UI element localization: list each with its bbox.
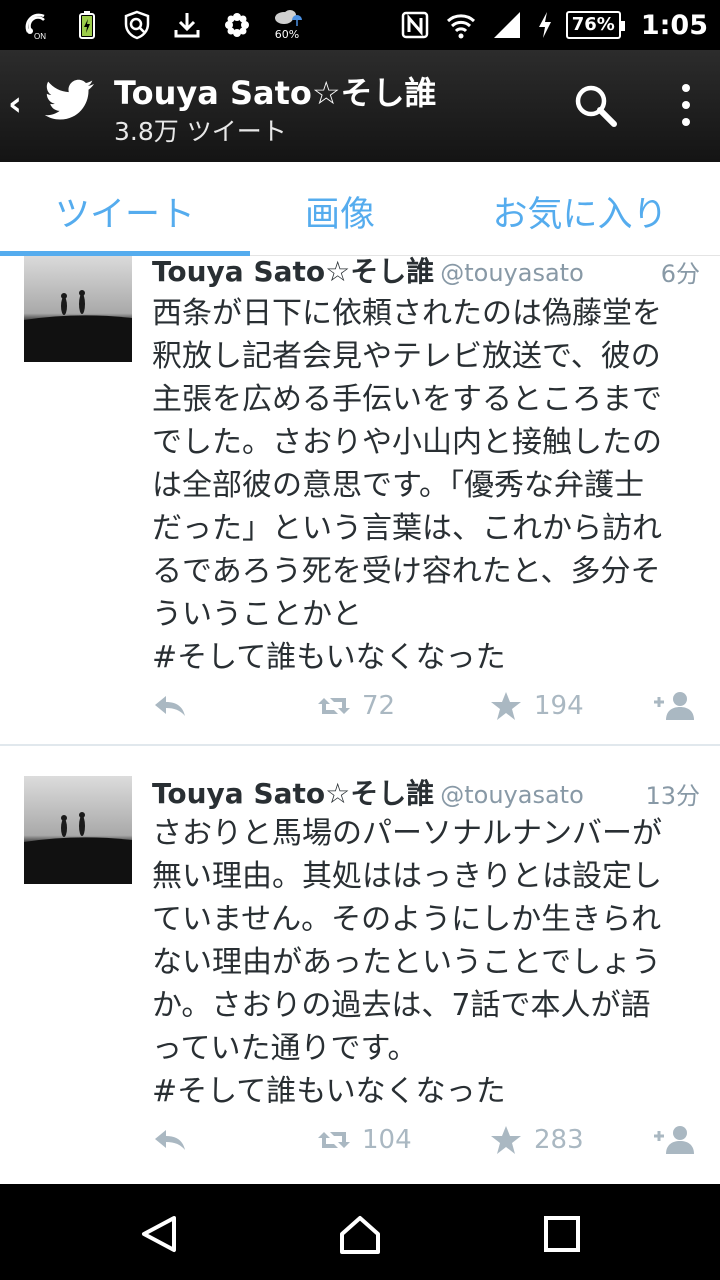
tweet-author-name[interactable]: Touya Sato☆そし誰 — [152, 256, 434, 288]
tweet-item[interactable]: Touya Sato☆そし誰 @touyasato 6分 西条が日下に依頼されたの… — [0, 256, 720, 746]
star-icon — [491, 1126, 521, 1154]
tab-favorites[interactable]: お気に入り — [460, 186, 700, 237]
profile-tabs: ツイート 画像 お気に入り — [0, 162, 720, 257]
tweet-author-handle[interactable]: @touyasato — [440, 259, 584, 287]
clock: 1:05 — [640, 9, 708, 41]
tweet-header: Touya Sato☆そし誰 @touyasato 13分 — [152, 772, 700, 810]
retweet-icon — [318, 698, 350, 714]
page-title: Touya Sato☆そし誰 — [114, 74, 437, 112]
retweet-count: 72 — [362, 691, 396, 721]
shield-icon — [120, 8, 154, 42]
weather-percent: 60% — [274, 28, 300, 41]
star-icon — [491, 692, 521, 720]
retweet-icon — [318, 1132, 350, 1148]
follow-button[interactable] — [652, 1124, 696, 1156]
nav-recents-icon[interactable] — [540, 1212, 584, 1256]
tweet-timestamp: 6分 — [660, 260, 700, 288]
tweet-actions: 72 194 — [152, 690, 700, 730]
tweet-author-name[interactable]: Touya Sato☆そし誰 — [152, 777, 434, 810]
retweet-button[interactable]: 104 — [316, 1124, 412, 1156]
tweet-count: 3.8万 ツイート — [114, 117, 287, 146]
navigation-bar — [0, 1184, 720, 1280]
favorite-button[interactable]: 194 — [488, 690, 584, 722]
follow-icon — [654, 692, 694, 720]
reply-button[interactable] — [152, 1124, 188, 1156]
tweet-text: 西条が日下に依頼されたのは偽藤堂を 釈放し記者会見やテレビ放送で、彼の 主張を広… — [152, 296, 662, 675]
nfc-label: ON — [34, 32, 46, 40]
tab-tweets[interactable]: ツイート — [0, 186, 250, 237]
nav-home-icon[interactable] — [338, 1212, 382, 1256]
tweet-text: さおりと馬場のパーソナルナンバーが 無い理由。其処ははっきりとは設定し ていませ… — [152, 816, 662, 1109]
flower-icon — [220, 8, 254, 42]
battery-charging-icon — [70, 8, 104, 42]
retweet-button[interactable]: 72 — [316, 690, 395, 722]
charging-bolt-icon — [536, 8, 554, 42]
favorite-button[interactable]: 283 — [488, 1124, 584, 1156]
reply-icon — [155, 696, 185, 716]
avatar[interactable] — [24, 256, 132, 362]
reply-icon — [155, 1130, 185, 1150]
signal-icon — [490, 8, 524, 42]
back-button[interactable]: ‹ — [8, 84, 22, 124]
wifi-icon — [444, 8, 478, 42]
twitter-bird-icon[interactable] — [42, 74, 96, 128]
tweet-timestamp: 13分 — [645, 782, 700, 810]
retweet-count: 104 — [362, 1125, 412, 1155]
status-bar: ON 60% 76% 1:05 — [0, 0, 720, 50]
follow-button[interactable] — [652, 690, 696, 722]
overflow-menu-icon[interactable] — [672, 80, 700, 130]
tweet-actions: 104 283 — [152, 1124, 700, 1164]
n-mark-icon — [398, 8, 432, 42]
tab-images[interactable]: 画像 — [240, 186, 440, 237]
tweet-item[interactable]: Touya Sato☆そし誰 @touyasato 13分 さおりと馬場のパーソナ… — [0, 748, 720, 1184]
follow-icon — [654, 1126, 694, 1154]
nfc-icon: ON — [20, 8, 54, 42]
avatar[interactable] — [24, 776, 132, 884]
tweet-header: Touya Sato☆そし誰 @touyasato 6分 — [152, 256, 700, 288]
download-icon — [170, 8, 204, 42]
favorite-count: 194 — [534, 691, 584, 721]
reply-button[interactable] — [152, 690, 188, 722]
tweet-author-handle[interactable]: @touyasato — [440, 781, 584, 809]
battery-level: 76% — [565, 11, 625, 39]
favorite-count: 283 — [534, 1125, 584, 1155]
weather-icon: 60% — [270, 8, 304, 42]
search-icon[interactable] — [572, 82, 620, 130]
action-bar: ‹ Touya Sato☆そし誰 3.8万 ツイート — [0, 50, 720, 162]
nav-back-icon[interactable] — [138, 1212, 182, 1256]
